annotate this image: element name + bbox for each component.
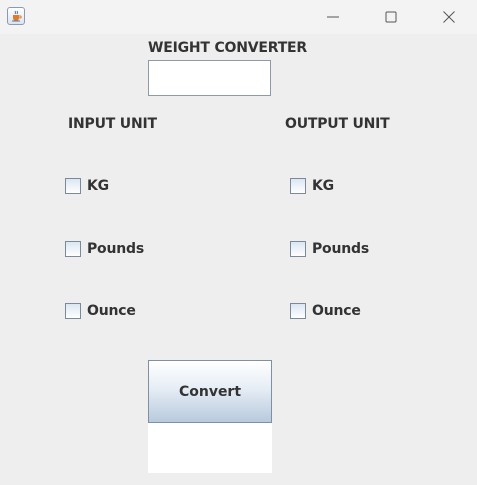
output-kg-checkbox[interactable] xyxy=(290,178,306,194)
java-cup-icon[interactable] xyxy=(7,7,25,25)
maximize-icon xyxy=(385,11,397,23)
input-ounce-label[interactable]: Ounce xyxy=(87,303,136,319)
output-ounce-checkbox[interactable] xyxy=(290,303,306,319)
input-pounds-checkbox[interactable] xyxy=(65,241,81,257)
minimize-button[interactable] xyxy=(304,0,362,34)
input-ounce-checkbox[interactable] xyxy=(65,303,81,319)
input-pounds-label[interactable]: Pounds xyxy=(87,241,144,257)
minimize-icon xyxy=(327,16,339,18)
title-bar xyxy=(0,0,477,34)
input-kg-checkbox[interactable] xyxy=(65,178,81,194)
weight-input[interactable] xyxy=(148,60,271,96)
page-title: WEIGHT CONVERTER xyxy=(148,40,307,56)
output-unit-label: OUTPUT UNIT xyxy=(285,116,390,132)
input-kg-label[interactable]: KG xyxy=(87,178,109,194)
output-pounds-checkbox[interactable] xyxy=(290,241,306,257)
result-output xyxy=(148,423,272,473)
close-button[interactable] xyxy=(420,0,477,34)
convert-button[interactable]: Convert xyxy=(148,360,272,423)
output-ounce-label[interactable]: Ounce xyxy=(312,303,361,319)
output-kg-label[interactable]: KG xyxy=(312,178,334,194)
maximize-button[interactable] xyxy=(362,0,420,34)
close-icon xyxy=(443,11,455,23)
output-pounds-label[interactable]: Pounds xyxy=(312,241,369,257)
input-unit-label: INPUT UNIT xyxy=(68,116,157,132)
